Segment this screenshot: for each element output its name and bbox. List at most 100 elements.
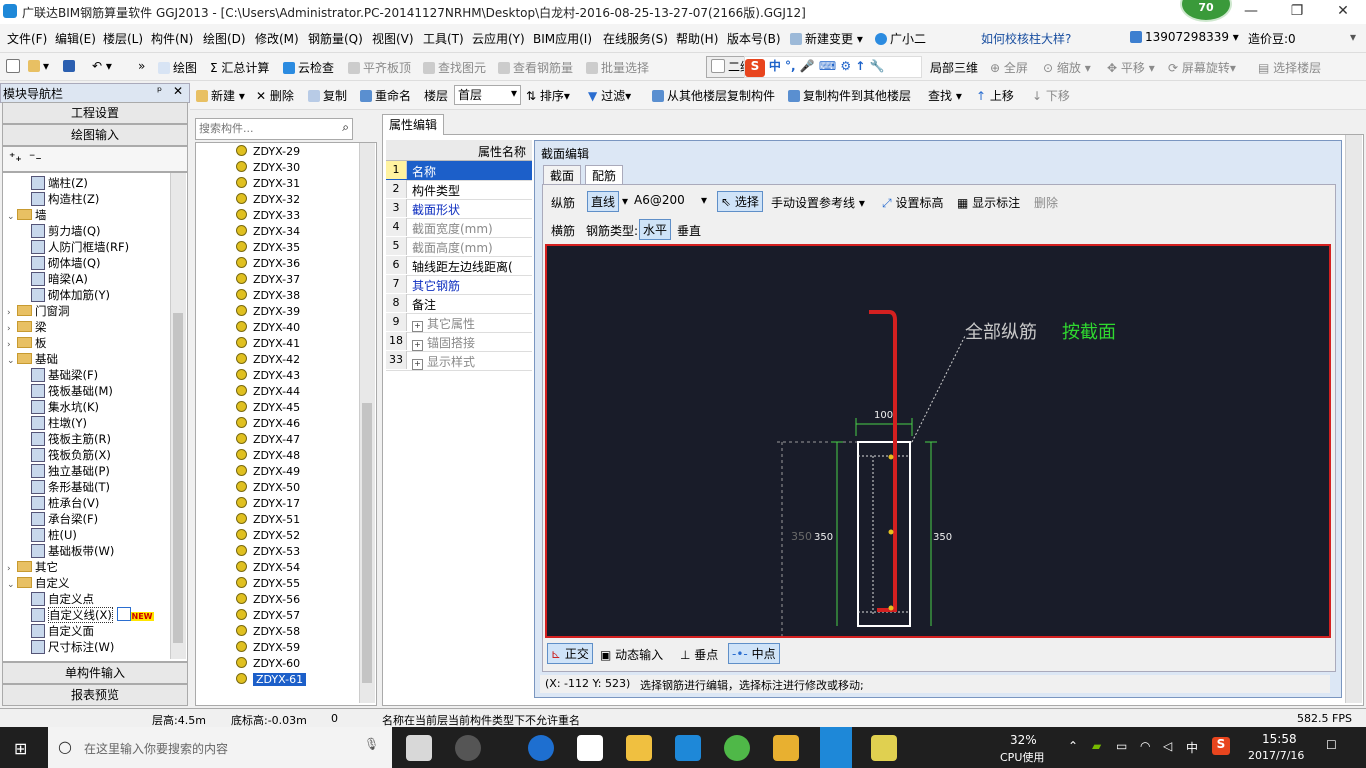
close-button[interactable]: ✕: [1320, 0, 1366, 24]
perpendicular-button[interactable]: ⊥ 垂点: [680, 646, 718, 663]
nav-tree-item[interactable]: 构造柱(Z): [31, 191, 99, 207]
component-list-item[interactable]: ZDYX-56: [236, 593, 300, 606]
taskbar-app-notes-icon[interactable]: [773, 735, 799, 761]
property-row[interactable]: 2 构件类型: [386, 180, 532, 200]
component-list-item[interactable]: ZDYX-52: [236, 529, 300, 542]
dim-text-outer-left[interactable]: 350: [791, 530, 812, 543]
rotate-button[interactable]: ⟳ 屏幕旋转▾: [1168, 59, 1236, 76]
filter-button[interactable]: ▼ 过滤▾: [588, 87, 631, 104]
batch-select-button[interactable]: 批量选择: [586, 59, 649, 76]
expand-all-icon[interactable]: ⁺₊: [9, 150, 22, 164]
component-list-item[interactable]: ZDYX-34: [236, 225, 300, 238]
component-list-item[interactable]: ZDYX-54: [236, 561, 300, 574]
component-list-item[interactable]: ZDYX-39: [236, 305, 300, 318]
select-button[interactable]: ⇖ 选择: [717, 191, 763, 212]
menu-online[interactable]: 在线服务(S): [603, 30, 668, 47]
property-row[interactable]: 4 截面宽度(mm): [386, 218, 532, 238]
component-list-item[interactable]: ZDYX-30: [236, 161, 300, 174]
rebar-point-top[interactable]: [888, 454, 894, 460]
volume-icon[interactable]: ◁: [1163, 739, 1172, 753]
component-list-item[interactable]: ZDYX-35: [236, 241, 300, 254]
tree-expander-icon[interactable]: ›: [7, 340, 17, 350]
component-list-item[interactable]: ZDYX-31: [236, 177, 300, 190]
show-dimension-button[interactable]: ▦ 显示标注: [957, 194, 1020, 211]
property-row[interactable]: 8 备注: [386, 294, 532, 314]
component-list-item[interactable]: ZDYX-29: [236, 145, 300, 158]
pan-button[interactable]: ✥ 平移 ▾: [1107, 59, 1155, 76]
single-component-input-button[interactable]: 单构件输入: [2, 662, 188, 684]
menu-component[interactable]: 构件(N): [151, 30, 193, 47]
menu-rebar-qty[interactable]: 钢筋量(Q): [308, 30, 363, 47]
project-settings-button[interactable]: 工程设置: [2, 102, 188, 124]
component-list-scrollbar[interactable]: [359, 143, 375, 703]
menu-new-change[interactable]: 新建变更 ▾: [790, 30, 863, 47]
manual-ref-line-button[interactable]: 手动设置参考线 ▾: [771, 194, 865, 211]
component-list-item[interactable]: ZDYX-41: [236, 337, 300, 350]
nav-tree-item[interactable]: 筏板基础(M): [31, 383, 113, 399]
midpoint-button[interactable]: -•- 中点: [728, 643, 780, 664]
taskbar-app-pinwheel-icon[interactable]: [406, 735, 432, 761]
nav-tree-item[interactable]: 暗梁(A): [31, 271, 88, 287]
property-row[interactable]: 7 其它钢筋: [386, 275, 532, 295]
nav-tree-item[interactable]: 筏板负筋(X): [31, 447, 111, 463]
nav-tree-item[interactable]: 基础梁(F): [31, 367, 98, 383]
select-floor-button[interactable]: ▤ 选择楼层: [1258, 59, 1321, 76]
nav-tree-item[interactable]: ⌄ 墙: [7, 207, 47, 223]
component-list-item[interactable]: ZDYX-60: [236, 657, 300, 670]
menu-cloud[interactable]: 云应用(Y): [472, 30, 525, 47]
component-list-item[interactable]: ZDYX-49: [236, 465, 300, 478]
tray-chevron-icon[interactable]: ⌃: [1068, 739, 1078, 753]
set-elevation-button[interactable]: ⤢ 设置标高: [882, 194, 943, 211]
nav-tree-scrollbar[interactable]: [170, 173, 186, 659]
component-list-item[interactable]: ZDYX-61: [236, 673, 307, 686]
report-preview-button[interactable]: 报表预览: [2, 684, 188, 706]
close-nav-icon[interactable]: ✕: [173, 84, 183, 98]
nav-tree-item[interactable]: 尺寸标注(W): [31, 639, 114, 655]
section-drawing[interactable]: 全部纵筋 按截面 100 350 350 350: [547, 246, 1329, 636]
nav-tree-item[interactable]: 集水坑(K): [31, 399, 99, 415]
nav-tree-item[interactable]: 条形基础(T): [31, 479, 110, 495]
property-row[interactable]: 9 + 其它属性: [386, 313, 532, 333]
nav-tree-item[interactable]: 自定义线(X) NEW: [31, 607, 154, 623]
section-canvas[interactable]: 全部纵筋 按截面 100 350 350 350: [545, 244, 1331, 638]
tree-expander-icon[interactable]: ›: [7, 324, 17, 334]
property-row[interactable]: 5 截面高度(mm): [386, 237, 532, 257]
notification-icon[interactable]: ☐: [1326, 738, 1337, 752]
ime-indicator[interactable]: 中: [1186, 739, 1198, 756]
copy-to-floor-button[interactable]: 复制构件到其他楼层: [788, 87, 911, 104]
tree-expander-icon[interactable]: ›: [7, 564, 17, 574]
component-list-item[interactable]: ZDYX-45: [236, 401, 300, 414]
taskbar-app-chart-icon[interactable]: [871, 735, 897, 761]
cloud-check-button[interactable]: 云检查: [283, 59, 334, 76]
menu-draw[interactable]: 绘图(D): [203, 30, 246, 47]
component-list-item[interactable]: ZDYX-59: [236, 641, 300, 654]
component-list-item[interactable]: ZDYX-43: [236, 369, 300, 382]
flush-slab-button[interactable]: 平齐板顶: [348, 59, 411, 76]
wifi-icon[interactable]: ◠: [1140, 739, 1150, 753]
component-list-item[interactable]: ZDYX-38: [236, 289, 300, 302]
component-list-item[interactable]: ZDYX-50: [236, 481, 300, 494]
more-chevron-icon[interactable]: »: [138, 59, 145, 73]
component-list-item[interactable]: ZDYX-57: [236, 609, 300, 622]
zoom-button[interactable]: ⊙ 缩放 ▾: [1043, 59, 1091, 76]
nav-tree-item[interactable]: 独立基础(P): [31, 463, 110, 479]
expand-plus-icon[interactable]: +: [412, 359, 423, 370]
menu-modify[interactable]: 修改(M): [255, 30, 299, 47]
fullscreen-button[interactable]: ⊕ 全屏: [990, 59, 1028, 76]
nav-tree-item[interactable]: 桩(U): [31, 527, 77, 543]
rename-button[interactable]: 重命名: [360, 87, 411, 104]
store-icon[interactable]: [577, 735, 603, 761]
line-type-dropdown[interactable]: ▾: [622, 194, 628, 208]
draw-input-button[interactable]: 绘图输入: [2, 124, 188, 146]
partial-3d-button[interactable]: 局部三维: [930, 59, 978, 76]
component-list-item[interactable]: ZDYX-53: [236, 545, 300, 558]
menu-tools[interactable]: 工具(T): [423, 30, 464, 47]
component-list-item[interactable]: ZDYX-44: [236, 385, 300, 398]
minimize-button[interactable]: —: [1228, 0, 1274, 24]
windows-start-icon[interactable]: ⊞: [14, 739, 27, 758]
nav-tree-item[interactable]: › 门窗洞: [7, 303, 70, 319]
ime-toolbar[interactable]: S 中 °, 🎤 ⌨ ⚙ ↑ 🔧: [744, 56, 922, 78]
nav-tree-item[interactable]: 人防门框墙(RF): [31, 239, 129, 255]
property-row[interactable]: 3 截面形状: [386, 199, 532, 219]
edge-browser-icon[interactable]: [528, 735, 554, 761]
